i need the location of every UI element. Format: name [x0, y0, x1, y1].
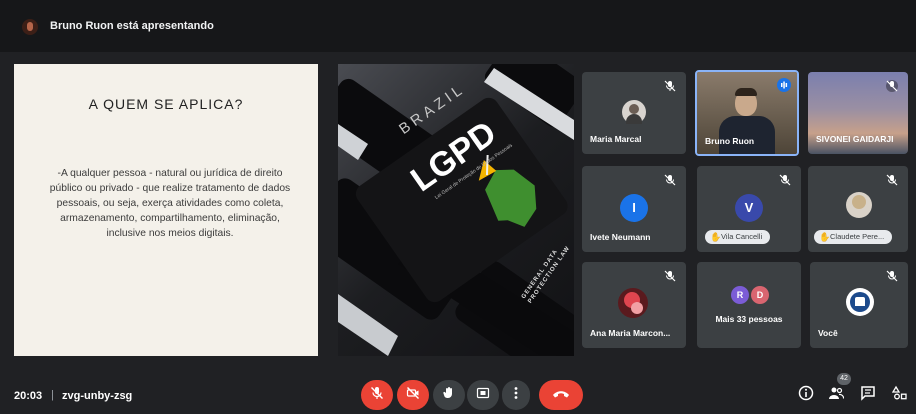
mic-off-icon: [886, 270, 898, 282]
participant-name: Vila Cancelli: [721, 232, 763, 241]
activities-button[interactable]: [889, 384, 911, 406]
participant-name: Maria Marcal: [590, 134, 642, 144]
participant-name: Ivete Neumann: [590, 232, 651, 242]
mic-off-icon: [886, 80, 898, 92]
avatar: [618, 288, 648, 318]
avatar-initial: I: [620, 194, 648, 222]
mic-off-icon: [664, 80, 676, 92]
more-options-icon: [514, 386, 518, 405]
activities-icon: [891, 385, 908, 406]
slide-body: -A qualquer pessoa - natural ou jurídica…: [49, 168, 291, 239]
people-count-badge: 42: [837, 373, 851, 385]
participant-tile-bruno-ruon[interactable]: Bruno Ruon: [695, 70, 799, 156]
raise-hand-icon: ✋: [710, 232, 722, 242]
chat-button[interactable]: [857, 384, 879, 406]
avatar-initial: D: [751, 286, 769, 304]
meeting-info-button[interactable]: [795, 384, 817, 406]
avatar: [622, 100, 646, 124]
end-call-button[interactable]: [539, 380, 583, 410]
chat-icon: [860, 385, 876, 406]
cover-side-text: GENERAL DATA PROTECTION LAW: [520, 245, 572, 305]
more-participants-label: Mais 33 pessoas: [715, 314, 783, 324]
presentation-slide: A QUEM SE APLICA? -A qualquer pessoa - n…: [14, 64, 318, 356]
participant-tile-ivete-neumann[interactable]: I Ivete Neumann: [582, 166, 686, 252]
participant-name: Claudete Pere...: [830, 232, 885, 241]
presenter-avatar: [22, 19, 38, 35]
avatar-logo: [846, 288, 874, 316]
participant-tile-self[interactable]: Você: [810, 262, 908, 348]
raise-hand-icon: ✋: [819, 232, 831, 242]
participant-tile-ana-maria[interactable]: Ana Maria Marcon...: [582, 262, 686, 348]
meeting-separator: |: [51, 389, 54, 401]
participant-name: Bruno Ruon: [705, 136, 755, 146]
participant-name: SIVONEI GAIDARJI: [816, 134, 894, 144]
name-pill-raised-hand: ✋ Vila Cancelli: [705, 230, 771, 244]
avatar-initial: R: [731, 286, 749, 304]
lgpd-cover-image: BRAZIL LGPD Lei Geral de Proteção de Dad…: [338, 64, 574, 356]
present-screen-button[interactable]: [467, 380, 499, 410]
speaking-indicator-icon: [777, 78, 791, 92]
presenter-text: Bruno Ruon está apresentando: [50, 20, 214, 32]
participant-tile-sivonei-gaidarji[interactable]: SIVONEI GAIDARJI: [808, 72, 908, 154]
mic-toggle-button[interactable]: [361, 380, 393, 410]
avatar-initial: V: [735, 194, 763, 222]
mic-off-icon: [664, 270, 676, 282]
raise-hand-button[interactable]: [433, 380, 465, 410]
present-screen-icon: [476, 386, 490, 405]
meeting-time: 20:03: [14, 390, 43, 402]
name-pill-raised-hand: ✋ Claudete Pere...: [814, 230, 893, 244]
meeting-code[interactable]: zvg-unby-zsg: [62, 390, 132, 402]
slide-title: A QUEM SE APLICA?: [88, 96, 244, 112]
participant-name: Ana Maria Marcon...: [590, 328, 671, 338]
participant-tile-maria-marcal[interactable]: Maria Marcal: [582, 72, 686, 154]
raise-hand-icon: [442, 386, 456, 405]
more-options-button[interactable]: [502, 380, 530, 410]
camera-off-icon: [406, 386, 420, 405]
cover-text-layer: BRAZIL LGPD Lei Geral de Proteção de Dad…: [338, 64, 574, 356]
participant-tile-vila-cancelli[interactable]: V ✋ Vila Cancelli: [697, 166, 801, 252]
mic-off-icon: [886, 174, 898, 186]
presenter-bar: Bruno Ruon está apresentando: [0, 0, 916, 52]
mic-off-icon: [664, 174, 676, 186]
people-icon: [828, 385, 845, 406]
info-icon: [798, 385, 814, 406]
camera-toggle-button[interactable]: [397, 380, 429, 410]
people-button[interactable]: 42: [825, 373, 851, 406]
end-call-icon: [552, 386, 570, 404]
avatar: [846, 192, 872, 218]
participant-name: Você: [818, 328, 838, 338]
mic-off-icon: [370, 386, 384, 405]
participant-tile-claudete[interactable]: ✋ Claudete Pere...: [808, 166, 908, 252]
more-participants-tile[interactable]: R D Mais 33 pessoas: [697, 262, 801, 348]
mic-off-icon: [779, 174, 791, 186]
